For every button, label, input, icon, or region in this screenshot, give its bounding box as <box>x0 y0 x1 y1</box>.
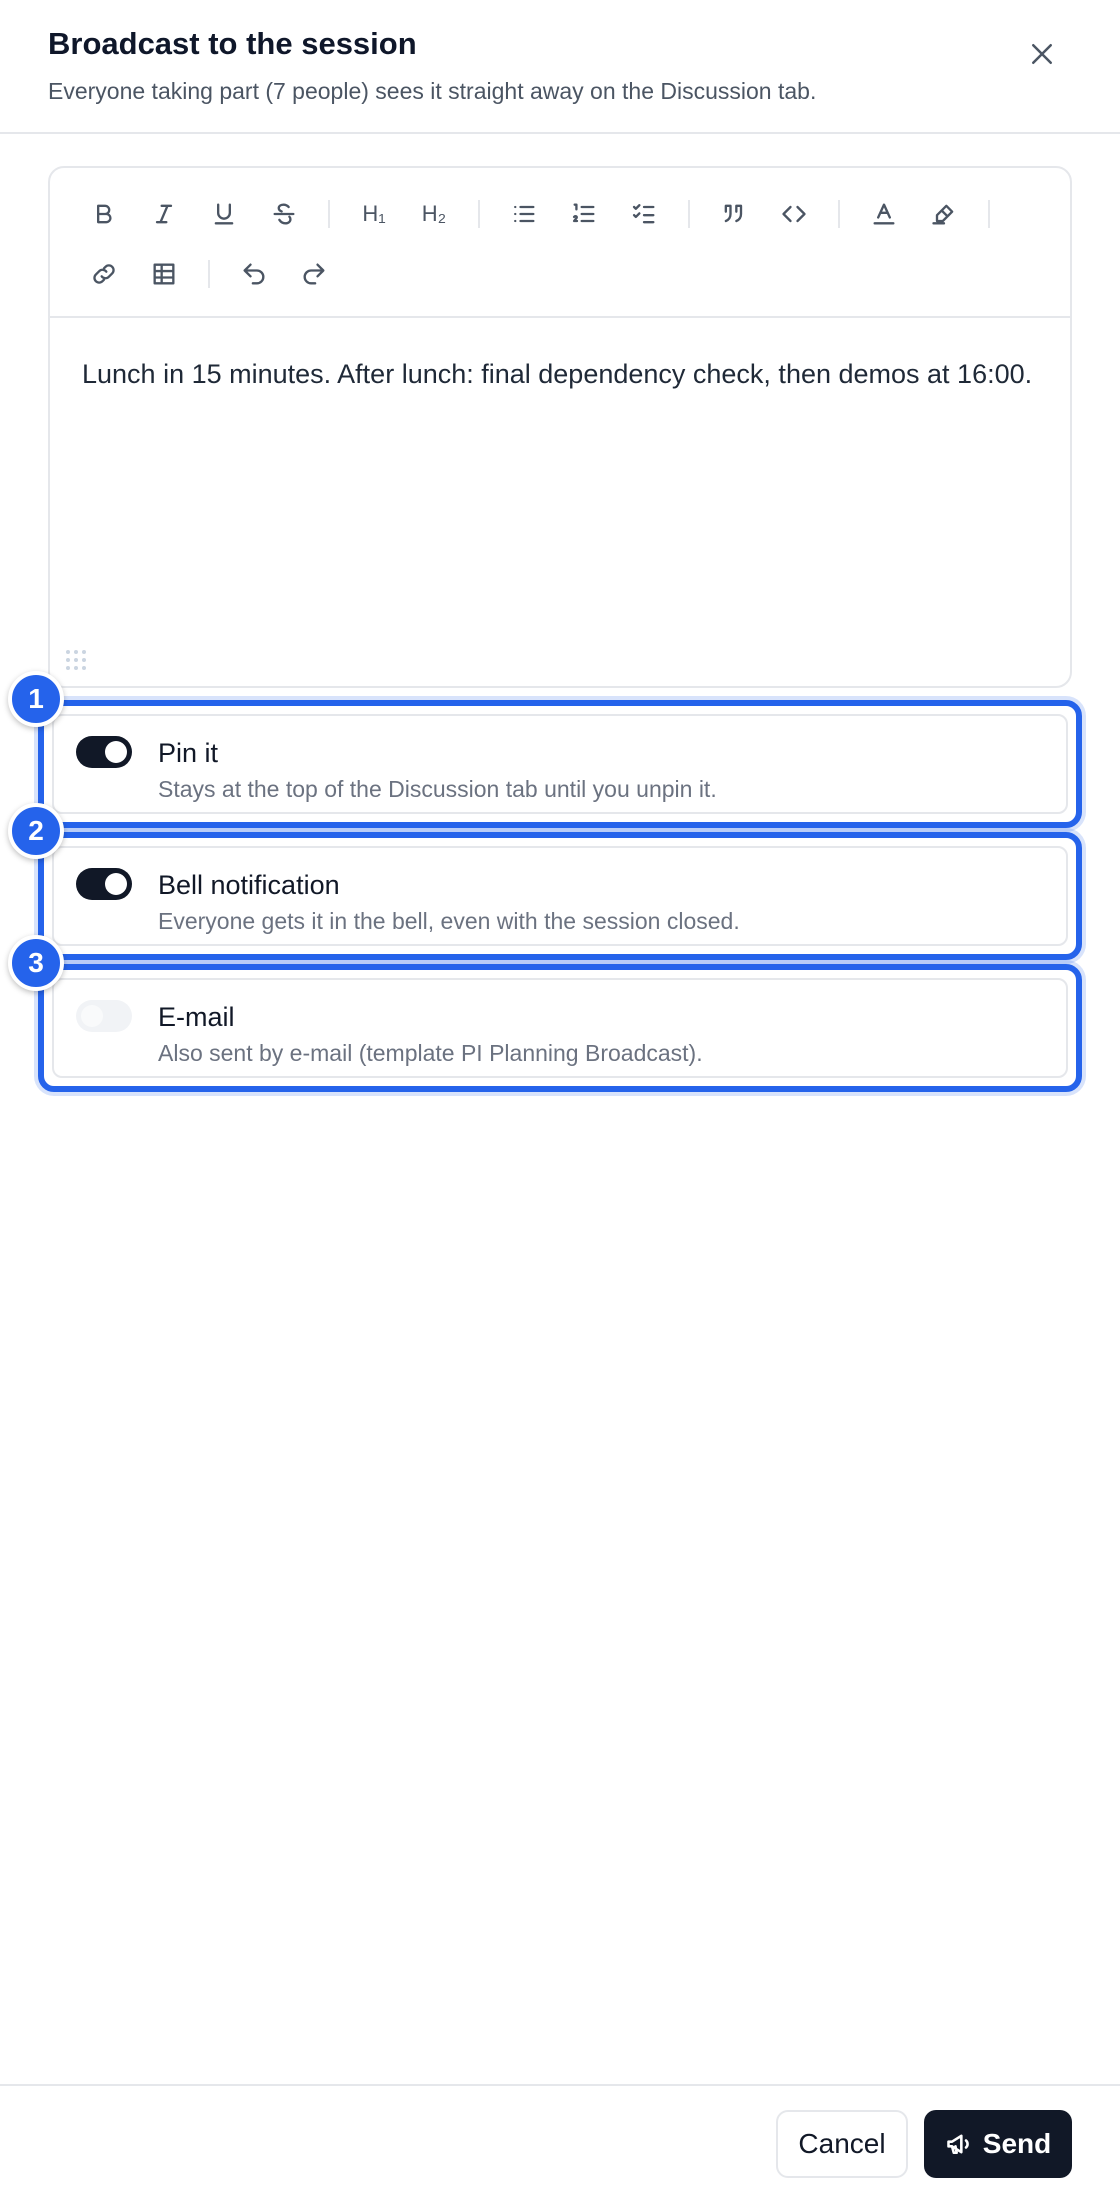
send-button-label: Send <box>982 2128 1052 2159</box>
highlight-button[interactable] <box>922 192 966 236</box>
underline-icon <box>214 203 234 225</box>
toolbar-separator <box>988 200 990 228</box>
close-button[interactable] <box>1018 30 1066 78</box>
bell-notification-toggle[interactable] <box>76 868 132 900</box>
toolbar-separator <box>328 200 330 228</box>
bullet-list-button[interactable] <box>502 192 546 236</box>
task-list-icon <box>632 204 655 224</box>
toggle-knob <box>81 1005 103 1027</box>
toggle-knob <box>105 741 127 763</box>
bullet-list-icon <box>514 205 535 223</box>
step-badge-1: 1 <box>8 671 64 727</box>
cancel-button[interactable]: Cancel <box>776 2110 908 2178</box>
dialog-subtitle: Everyone taking part (7 people) sees it … <box>48 78 817 104</box>
ordered-list-button[interactable] <box>562 192 606 236</box>
highlighter-icon <box>932 204 954 225</box>
send-button[interactable]: Send <box>924 2110 1072 2178</box>
dialog-footer: Cancel Send <box>0 2084 1120 2200</box>
option-email-highlight: E-mail Also sent by e-mail (template PI … <box>38 964 1082 1092</box>
close-icon <box>1032 44 1052 64</box>
italic-button[interactable] <box>142 192 186 236</box>
option-pin[interactable]: Pin it Stays at the top of the Discussio… <box>52 714 1068 814</box>
editor-content[interactable]: Lunch in 15 minutes. After lunch: final … <box>82 352 1042 396</box>
toolbar-separator <box>478 200 480 228</box>
heading-2-button[interactable]: H₂ <box>412 192 456 236</box>
dialog-header: Broadcast to the session Everyone taking… <box>0 0 1120 134</box>
step-badge-3: 3 <box>8 935 64 991</box>
option-bell-notification[interactable]: Bell notification Everyone gets it in th… <box>52 846 1068 946</box>
option-label: Pin it <box>158 738 219 768</box>
redo-icon <box>303 263 325 285</box>
redo-button[interactable] <box>292 252 336 296</box>
link-button[interactable] <box>82 252 126 296</box>
option-bell-highlight: Bell notification Everyone gets it in th… <box>38 832 1082 960</box>
rich-text-editor[interactable]: H₁ H₂ Lunch in 15 minutes. After lunch: … <box>48 166 1072 688</box>
table-button[interactable] <box>142 252 186 296</box>
option-pin-highlight: Pin it Stays at the top of the Discussio… <box>38 700 1082 828</box>
step-badge-2: 2 <box>8 803 64 859</box>
pin-toggle[interactable] <box>76 736 132 768</box>
bold-button[interactable] <box>82 192 126 236</box>
drag-handle-icon[interactable] <box>64 648 88 672</box>
table-icon <box>153 263 175 285</box>
option-email[interactable]: E-mail Also sent by e-mail (template PI … <box>52 978 1068 1078</box>
toolbar-separator <box>208 260 210 288</box>
blockquote-button[interactable] <box>712 192 756 236</box>
heading-1-icon: H₁ <box>362 201 386 226</box>
ordered-list-icon <box>572 203 595 223</box>
option-label: E-mail <box>158 1002 235 1032</box>
code-button[interactable] <box>772 192 816 236</box>
quote-icon <box>724 204 743 223</box>
editor-toolbar: H₁ H₂ <box>50 168 1070 318</box>
task-list-button[interactable] <box>622 192 666 236</box>
strikethrough-button[interactable] <box>262 192 306 236</box>
option-label: Bell notification <box>158 870 340 900</box>
text-color-icon <box>873 203 895 225</box>
broadcast-dialog: Broadcast to the session Everyone taking… <box>0 0 1120 2200</box>
toolbar-separator <box>838 200 840 228</box>
heading-2-icon: H₂ <box>421 201 447 226</box>
code-icon <box>782 205 806 223</box>
undo-icon <box>243 263 265 285</box>
heading-1-button[interactable]: H₁ <box>352 192 396 236</box>
strikethrough-icon <box>273 203 295 225</box>
toolbar-separator <box>688 200 690 228</box>
link-icon <box>93 264 115 284</box>
email-toggle[interactable] <box>76 1000 132 1032</box>
undo-button[interactable] <box>232 252 276 296</box>
option-description: Stays at the top of the Discussion tab u… <box>158 776 717 802</box>
toggle-knob <box>105 873 127 895</box>
dialog-title: Broadcast to the session <box>48 26 417 61</box>
underline-button[interactable] <box>202 192 246 236</box>
option-description: Also sent by e-mail (template PI Plannin… <box>158 1040 703 1066</box>
bold-icon <box>97 204 112 224</box>
option-description: Everyone gets it in the bell, even with … <box>158 908 740 934</box>
italic-icon <box>155 204 173 224</box>
megaphone-icon <box>946 2134 969 2155</box>
text-color-button[interactable] <box>862 192 906 236</box>
